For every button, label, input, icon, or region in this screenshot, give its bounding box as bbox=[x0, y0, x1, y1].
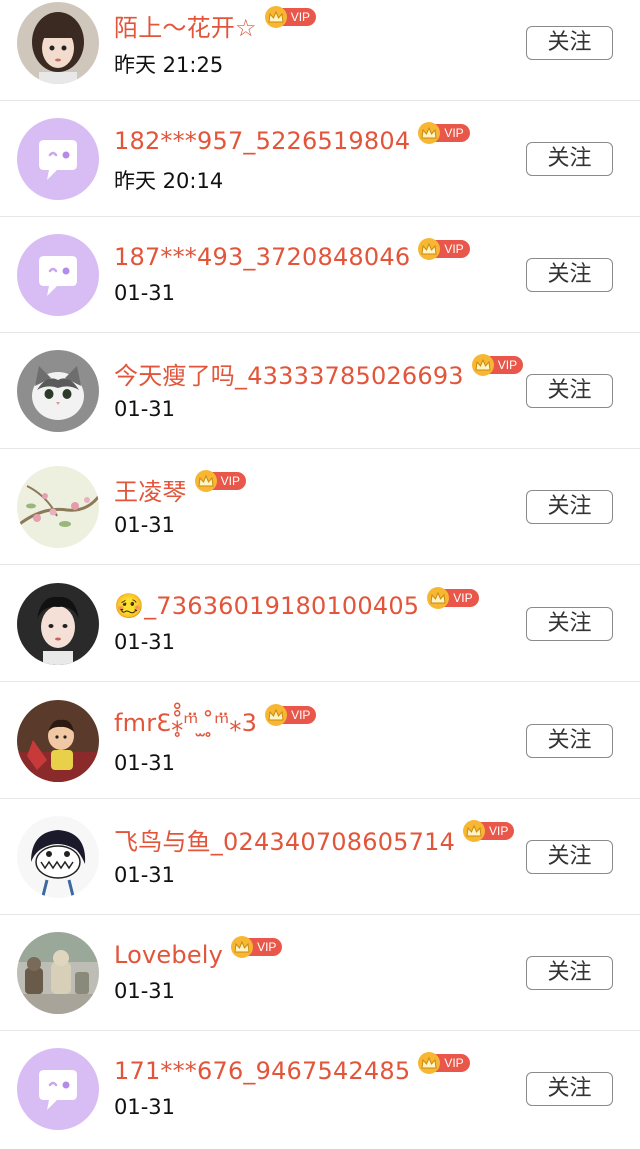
list-item[interactable]: 171***676_9467542485 VIP 01-31 关注 bbox=[0, 1031, 640, 1147]
list-item[interactable]: 王凌琴 VIP 01-31 关注 bbox=[0, 449, 640, 565]
avatar[interactable] bbox=[17, 118, 99, 200]
follow-button[interactable]: 关注 bbox=[526, 1072, 613, 1106]
list-item[interactable]: 182***957_5226519804 VIP 昨天 20:14 关注 bbox=[0, 101, 640, 217]
vip-badge: VIP bbox=[418, 238, 470, 260]
user-name[interactable]: 今天瘦了吗_43333785026693 bbox=[114, 356, 464, 391]
crown-icon bbox=[471, 354, 494, 376]
list-item[interactable]: fmrƐ⁎̥̊̊ᵐ̈ ̫ ̥̊ᵐ̈⁎3 VIP 01-31 关注 bbox=[0, 683, 640, 799]
follow-time: 01-31 bbox=[114, 979, 176, 1003]
follow-time: 01-31 bbox=[114, 751, 176, 775]
user-name[interactable]: 182***957_5226519804 bbox=[114, 127, 410, 155]
avatar[interactable] bbox=[17, 700, 99, 782]
follow-button[interactable]: 关注 bbox=[526, 142, 613, 176]
follow-time: 01-31 bbox=[114, 1095, 176, 1119]
user-name[interactable]: Lovebely bbox=[114, 941, 223, 969]
follow-button[interactable]: 关注 bbox=[526, 26, 613, 60]
avatar[interactable] bbox=[17, 466, 99, 548]
user-name-line: 今天瘦了吗_43333785026693 VIP bbox=[114, 354, 524, 391]
follow-button[interactable]: 关注 bbox=[526, 724, 613, 758]
list-item[interactable]: 今天瘦了吗_43333785026693 VIP 01-31 关注 bbox=[0, 333, 640, 449]
user-name-line: 🥴_73636019180100405 VIP bbox=[114, 587, 479, 624]
avatar[interactable] bbox=[17, 1048, 99, 1130]
follow-time: 昨天 21:25 bbox=[114, 53, 224, 77]
crown-icon bbox=[231, 936, 254, 958]
follow-time: 01-31 bbox=[114, 397, 176, 421]
vip-badge: VIP bbox=[231, 936, 283, 958]
user-name[interactable]: 飞鸟与鱼_024340708605714 bbox=[114, 822, 455, 857]
crown-icon bbox=[264, 6, 287, 28]
vip-badge: VIP bbox=[471, 354, 524, 376]
user-name-line: 飞鸟与鱼_024340708605714 VIP bbox=[114, 820, 515, 857]
user-name-line: 187***493_3720848046 VIP bbox=[114, 238, 470, 275]
user-name-line: 182***957_5226519804 VIP bbox=[114, 122, 470, 159]
avatar[interactable] bbox=[17, 234, 99, 316]
follower-list: 陌上～花开☆ VIP 昨天 21:25 关注 182***957_5226519… bbox=[0, 0, 640, 1149]
avatar[interactable] bbox=[17, 932, 99, 1014]
crown-icon bbox=[265, 704, 288, 726]
avatar[interactable] bbox=[17, 2, 99, 84]
vip-badge: VIP bbox=[264, 6, 317, 28]
crown-icon bbox=[463, 820, 486, 842]
avatar[interactable] bbox=[17, 350, 99, 432]
user-name-line: 171***676_9467542485 VIP bbox=[114, 1052, 470, 1089]
follow-time: 昨天 20:14 bbox=[114, 169, 224, 193]
follow-button[interactable]: 关注 bbox=[526, 840, 613, 874]
user-name[interactable]: 陌上～花开☆ bbox=[114, 8, 257, 43]
follow-time: 01-31 bbox=[114, 513, 176, 537]
follow-button[interactable]: 关注 bbox=[526, 258, 613, 292]
vip-badge: VIP bbox=[463, 820, 515, 842]
list-item[interactable]: 飞鸟与鱼_024340708605714 VIP 01-31 关注 bbox=[0, 799, 640, 915]
follow-time: 01-31 bbox=[114, 863, 176, 887]
vip-badge: VIP bbox=[194, 470, 246, 492]
vip-badge: VIP bbox=[427, 587, 479, 609]
list-item[interactable]: 187***493_3720848046 VIP 01-31 关注 bbox=[0, 217, 640, 333]
vip-badge: VIP bbox=[418, 122, 470, 144]
follow-time: 01-31 bbox=[114, 281, 176, 305]
list-item[interactable]: Lovebely VIP 01-31 关注 bbox=[0, 915, 640, 1031]
user-name-line: Lovebely VIP bbox=[114, 936, 283, 973]
user-name[interactable]: 王凌琴 bbox=[114, 472, 187, 507]
user-name[interactable]: 187***493_3720848046 bbox=[114, 243, 410, 271]
follow-button[interactable]: 关注 bbox=[526, 490, 613, 524]
list-item[interactable]: 🥴_73636019180100405 VIP 01-31 关注 bbox=[0, 566, 640, 682]
user-name-line: fmrƐ⁎̥̊̊ᵐ̈ ̫ ̥̊ᵐ̈⁎3 VIP bbox=[114, 704, 317, 741]
list-item[interactable]: 陌上～花开☆ VIP 昨天 21:25 关注 bbox=[0, 0, 640, 101]
follow-button[interactable]: 关注 bbox=[526, 956, 613, 990]
user-name[interactable]: 🥴_73636019180100405 bbox=[114, 592, 419, 620]
avatar[interactable] bbox=[17, 816, 99, 898]
crown-icon bbox=[194, 470, 217, 492]
user-name[interactable]: 171***676_9467542485 bbox=[114, 1057, 410, 1085]
vip-badge: VIP bbox=[418, 1052, 470, 1074]
follow-button[interactable]: 关注 bbox=[526, 374, 613, 408]
follow-time: 01-31 bbox=[114, 630, 176, 654]
vip-badge: VIP bbox=[265, 704, 317, 726]
avatar[interactable] bbox=[17, 583, 99, 665]
user-name-line: 陌上～花开☆ VIP bbox=[114, 6, 317, 43]
follow-button[interactable]: 关注 bbox=[526, 607, 613, 641]
user-name[interactable]: fmrƐ⁎̥̊̊ᵐ̈ ̫ ̥̊ᵐ̈⁎3 bbox=[114, 709, 257, 737]
user-name-line: 王凌琴 VIP bbox=[114, 470, 246, 507]
